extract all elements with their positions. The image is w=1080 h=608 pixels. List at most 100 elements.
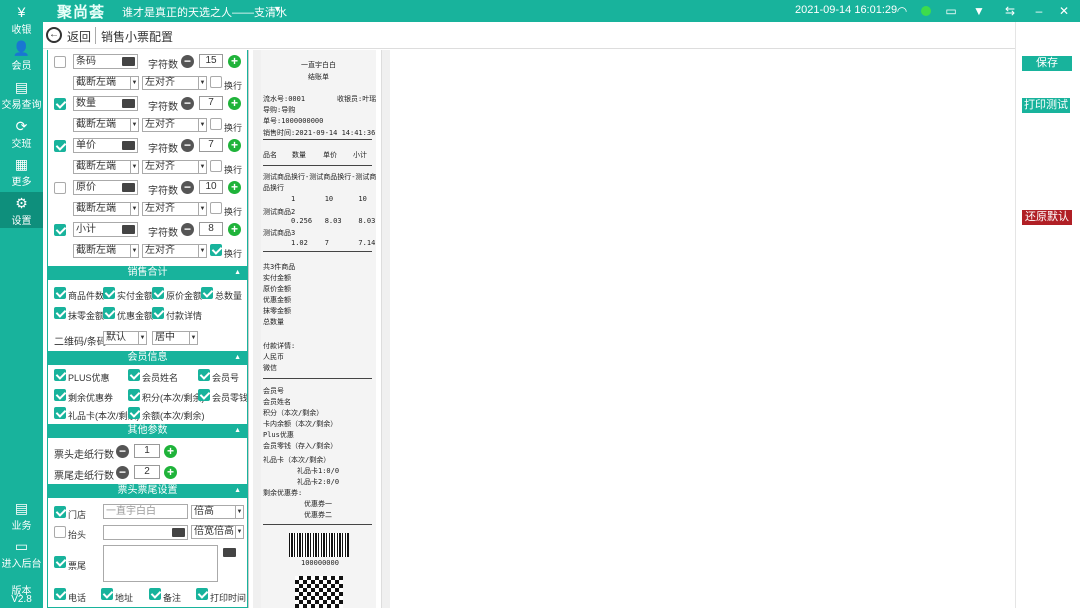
member-info-checkbox[interactable] — [198, 389, 210, 401]
align-select[interactable]: 左对齐▼ — [142, 244, 207, 258]
sales-total-checkbox[interactable] — [103, 307, 115, 319]
chevron-down-icon[interactable]: ▼ — [273, 4, 282, 14]
minus-icon[interactable]: − — [181, 97, 194, 110]
head-checkbox[interactable] — [54, 526, 66, 538]
head-feed-value[interactable]: 1 — [134, 444, 160, 458]
head-size-select[interactable]: 倍宽倍高▼ — [191, 525, 244, 539]
nav-item-transactions[interactable]: ▤交易查询 — [0, 79, 43, 109]
align-select[interactable]: 左对齐▼ — [142, 160, 207, 174]
store-checkbox[interactable] — [54, 506, 66, 518]
section-member-info[interactable]: 会员信息▲ — [48, 351, 247, 365]
sales-total-checkbox[interactable] — [152, 307, 164, 319]
back-button[interactable]: 返回 — [67, 28, 91, 45]
shirt-icon[interactable]: ▼ — [970, 2, 988, 20]
plus-icon[interactable]: + — [228, 223, 241, 236]
keyboard-icon[interactable] — [122, 99, 135, 108]
wrap-checkbox[interactable] — [210, 202, 222, 214]
minimize-icon[interactable]: – — [1030, 2, 1048, 20]
member-info-checkbox[interactable] — [128, 389, 140, 401]
member-info-checkbox[interactable] — [54, 389, 66, 401]
member-info-checkbox[interactable] — [128, 369, 140, 381]
keyboard-icon[interactable] — [223, 548, 236, 557]
qr-align-select[interactable]: 居中▼ — [152, 331, 198, 345]
switch-icon[interactable]: ⇆ — [1001, 2, 1019, 20]
tail-option-checkbox[interactable] — [101, 588, 113, 600]
plus-icon[interactable]: + — [228, 181, 241, 194]
field-checkbox[interactable] — [54, 98, 66, 110]
field-checkbox[interactable] — [54, 182, 66, 194]
plus-icon[interactable]: + — [228, 55, 241, 68]
section-sales-total[interactable]: 销售合计▲ — [48, 266, 247, 280]
nav-item-more[interactable]: ▦更多 — [0, 156, 43, 186]
member-info-checkbox[interactable] — [54, 407, 66, 419]
keyboard-icon[interactable] — [122, 225, 135, 234]
restore-default-button[interactable]: 还原默认 — [1022, 210, 1072, 225]
head-input[interactable] — [103, 525, 188, 540]
field-name-input[interactable]: 条码 — [73, 54, 138, 69]
char-count-value[interactable]: 8 — [199, 222, 223, 236]
align-select[interactable]: 左对齐▼ — [142, 118, 207, 132]
field-checkbox[interactable] — [54, 56, 66, 68]
minus-icon[interactable]: − — [116, 466, 129, 479]
minus-icon[interactable]: − — [181, 181, 194, 194]
wrap-checkbox[interactable] — [210, 118, 222, 130]
tail-option-checkbox[interactable] — [196, 588, 208, 600]
char-count-value[interactable]: 7 — [199, 96, 223, 110]
foot-textarea[interactable] — [103, 545, 218, 582]
section-head-foot[interactable]: 票头票尾设置▲ — [48, 484, 247, 498]
wrap-checkbox[interactable] — [210, 160, 222, 172]
align-select[interactable]: 左对齐▼ — [142, 202, 207, 216]
foot-feed-value[interactable]: 2 — [134, 465, 160, 479]
foot-checkbox[interactable] — [54, 556, 66, 568]
qr-type-select[interactable]: 默认▼ — [103, 331, 147, 345]
receipt-scrollbar[interactable] — [381, 50, 390, 608]
wrap-checkbox[interactable] — [210, 244, 222, 256]
field-name-input[interactable]: 小计 — [73, 222, 138, 237]
plus-icon[interactable]: + — [228, 139, 241, 152]
sales-total-checkbox[interactable] — [201, 287, 213, 299]
truncate-select[interactable]: 截断左端▼ — [73, 244, 139, 258]
char-count-value[interactable]: 7 — [199, 138, 223, 152]
truncate-select[interactable]: 截断左端▼ — [73, 118, 139, 132]
sales-total-checkbox[interactable] — [103, 287, 115, 299]
section-other-params[interactable]: 其他参数▲ — [48, 424, 247, 438]
member-info-checkbox[interactable] — [198, 369, 210, 381]
field-checkbox[interactable] — [54, 140, 66, 152]
nav-item-business[interactable]: ▤业务 — [0, 500, 43, 530]
minus-icon[interactable]: − — [181, 223, 194, 236]
sales-total-checkbox[interactable] — [152, 287, 164, 299]
keyboard-icon[interactable] — [122, 183, 135, 192]
plus-icon[interactable]: + — [228, 97, 241, 110]
nav-item-shift[interactable]: ⟳交班 — [0, 118, 43, 148]
nav-item-member[interactable]: 👤会员 — [0, 40, 43, 70]
keyboard-icon[interactable] — [122, 57, 135, 66]
field-checkbox[interactable] — [54, 224, 66, 236]
minus-icon[interactable]: − — [116, 445, 129, 458]
plus-icon[interactable]: + — [164, 466, 177, 479]
collapse-icon[interactable]: ▲ — [234, 266, 241, 280]
nav-item-cashier[interactable]: ¥收银 — [0, 4, 43, 34]
minus-icon[interactable]: − — [181, 55, 194, 68]
nav-item-settings[interactable]: ⚙设置 — [0, 192, 43, 228]
sales-total-checkbox[interactable] — [54, 287, 66, 299]
keyboard-icon[interactable] — [122, 141, 135, 150]
store-name-input[interactable]: 一直宇白白 — [103, 504, 188, 519]
message-icon[interactable]: ▭ — [942, 2, 960, 20]
truncate-select[interactable]: 截断左端▼ — [73, 160, 139, 174]
tail-option-checkbox[interactable] — [149, 588, 161, 600]
field-name-input[interactable]: 数量 — [73, 96, 138, 111]
collapse-icon[interactable]: ▲ — [234, 424, 241, 438]
field-name-input[interactable]: 单价 — [73, 138, 138, 153]
member-info-checkbox[interactable] — [128, 407, 140, 419]
member-info-checkbox[interactable] — [54, 369, 66, 381]
store-size-select[interactable]: 倍高▼ — [191, 505, 244, 519]
char-count-value[interactable]: 15 — [199, 54, 223, 68]
collapse-icon[interactable]: ▲ — [234, 484, 241, 498]
close-icon[interactable]: ✕ — [1055, 2, 1073, 20]
nav-item-backend[interactable]: ▭进入后台 — [0, 538, 43, 568]
truncate-select[interactable]: 截断左端▼ — [73, 76, 139, 90]
tail-option-checkbox[interactable] — [54, 588, 66, 600]
save-button[interactable]: 保存 — [1022, 56, 1072, 71]
align-select[interactable]: 左对齐▼ — [142, 76, 207, 90]
keyboard-icon[interactable] — [172, 528, 185, 537]
